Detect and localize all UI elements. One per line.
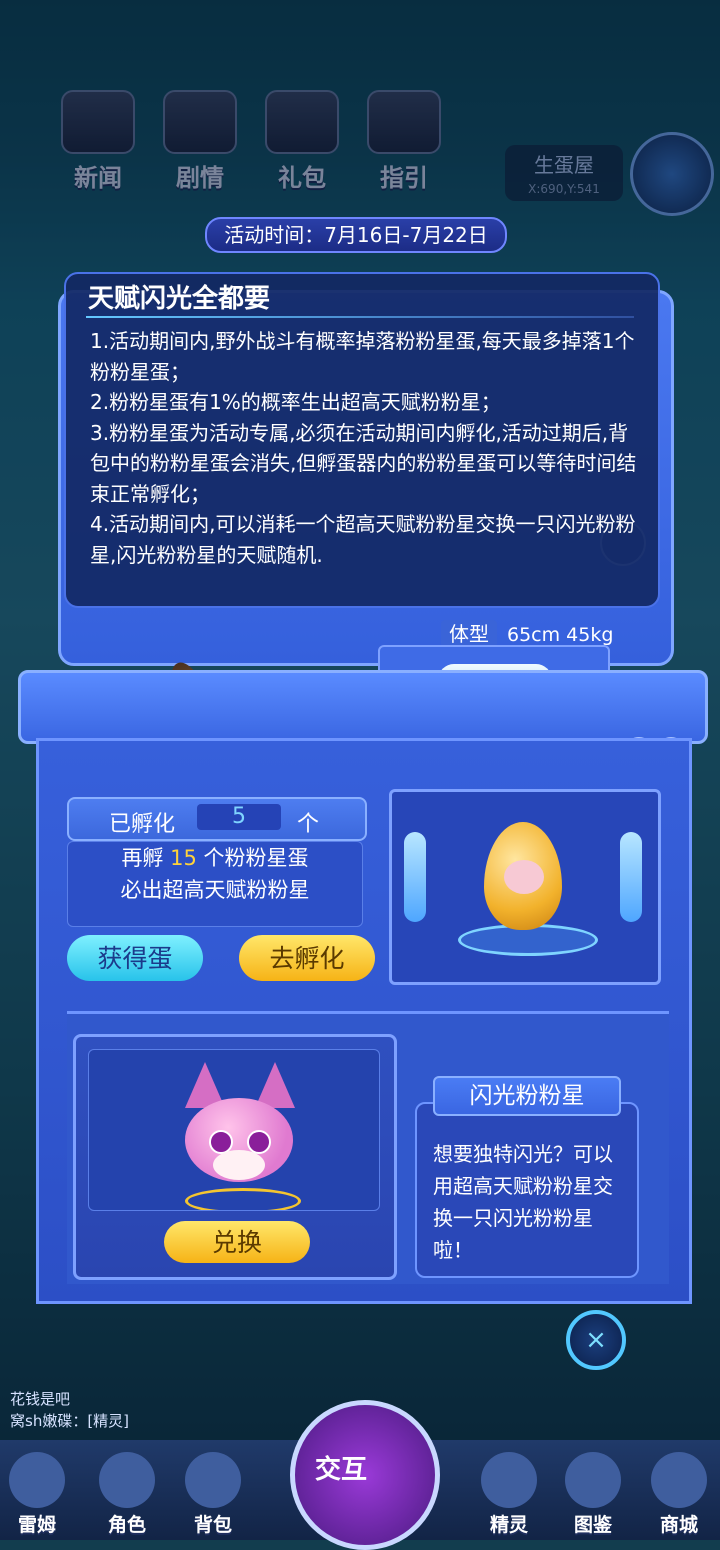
hatched-counter: 已孵化 5 个 xyxy=(67,797,367,841)
exchange-section: 兑换 想要独特闪光？可以用超高天赋粉粉星交换一只闪光粉粉星啦！ 闪光粉粉星 xyxy=(67,1011,669,1284)
bottom-item-bag[interactable]: 背包 xyxy=(180,1452,246,1537)
interact-button[interactable]: 交互 xyxy=(290,1400,440,1550)
hatch-info-line2: 必出超高天赋粉粉星 xyxy=(120,878,310,902)
bottom-item-label: 背包 xyxy=(193,1514,232,1536)
bottom-item-leimu[interactable]: 雷姆 xyxy=(4,1452,70,1537)
event-title: 天赋闪光全都要 xyxy=(88,284,271,314)
role-icon xyxy=(99,1452,155,1508)
shiny-pet-ring xyxy=(185,1188,301,1210)
chat-preview[interactable]: 花钱是吧 窝sh嫩碟：[精灵] xyxy=(10,1388,129,1432)
egg-pet-face xyxy=(504,860,544,894)
pet-size-stat: 体型 65cm 45kg xyxy=(441,618,614,648)
rule-item: 1.活动期间内,野外战斗有概率掉落粉粉星蛋,每天最多掉落1个粉粉星蛋； xyxy=(90,329,635,384)
incubator-tube-right xyxy=(620,832,642,922)
bottom-item-label: 商城 xyxy=(659,1514,698,1536)
hatch-info-suffix: 个粉粉星蛋 xyxy=(203,846,309,870)
shiny-pet-title: 闪光粉粉星 xyxy=(433,1076,621,1116)
spirit-icon xyxy=(481,1452,537,1508)
chat-line: 窝sh嫩碟：[精灵] xyxy=(10,1412,130,1430)
rule-item: 3.粉粉星蛋为活动专属,必须在活动期间内孵化,活动过期后,背包中的粉粉星蛋会消失… xyxy=(90,420,637,506)
size-value: 65cm 45kg xyxy=(507,624,614,646)
event-rules: 1.活动期间内,野外战斗有概率掉落粉粉星蛋,每天最多掉落1个粉粉星蛋； 2.粉粉… xyxy=(90,326,640,570)
hatch-progress-info: 再孵 15 个粉粉星蛋 必出超高天赋粉粉星 xyxy=(67,841,363,927)
bottom-item-role[interactable]: 角色 xyxy=(94,1452,160,1537)
rule-item: 4.活动期间内,可以消耗一个超高天赋粉粉星交换一只闪光粉粉星,闪光粉粉星的天赋随… xyxy=(90,512,636,567)
get-egg-button[interactable]: 获得蛋 xyxy=(67,935,203,981)
leimu-icon xyxy=(9,1452,65,1508)
hatched-count: 5 xyxy=(197,804,281,830)
shiny-pet-image xyxy=(185,1098,293,1182)
exchange-button[interactable]: 兑换 xyxy=(164,1221,310,1263)
rule-item: 2.粉粉星蛋有1%的概率生出超高天赋粉粉星； xyxy=(90,390,501,414)
shiny-description: 想要独特闪光？可以用超高天赋粉粉星交换一只闪光粉粉星啦！ xyxy=(433,1142,613,1262)
hatched-label: 已孵化 xyxy=(109,812,176,837)
close-icon[interactable]: × xyxy=(566,1310,626,1370)
incubator-tube-left xyxy=(404,832,426,922)
shiny-pet-window: 兑换 xyxy=(73,1034,397,1280)
pet-belly xyxy=(213,1150,265,1180)
hatch-info-count: 15 xyxy=(170,846,197,870)
bottom-item-label: 角色 xyxy=(107,1514,146,1536)
go-hatch-button[interactable]: 去孵化 xyxy=(239,935,375,981)
shiny-pet-stage xyxy=(88,1049,380,1211)
pet-eye-right xyxy=(247,1130,271,1154)
size-label: 体型 xyxy=(441,620,497,648)
bottom-item-label: 雷姆 xyxy=(17,1514,56,1536)
bottom-item-shop[interactable]: 商城 xyxy=(646,1452,712,1537)
bottom-item-label: 图鉴 xyxy=(573,1514,612,1536)
hatched-unit: 个 xyxy=(297,812,320,837)
bottom-item-spirit[interactable]: 精灵 xyxy=(476,1452,542,1537)
event-time-banner: 活动时间：7月16日-7月22日 xyxy=(205,217,507,253)
bottom-item-label: 精灵 xyxy=(489,1514,528,1536)
title-divider xyxy=(86,316,634,318)
event-rules-popup: 天赋闪光全都要 1.活动期间内,野外战斗有概率掉落粉粉星蛋,每天最多掉落1个粉粉… xyxy=(64,272,660,608)
hatch-info-prefix: 再孵 xyxy=(121,846,164,870)
atlas-icon xyxy=(565,1452,621,1508)
egg-machine-panel: 体型 65cm 45kg 天赋闪光全都要 1.活动期间内,野外战斗有概率掉落粉粉星… xyxy=(18,270,708,1370)
pink-star-egg-image xyxy=(484,822,562,930)
chat-line: 花钱是吧 xyxy=(10,1390,71,1408)
shop-icon xyxy=(651,1452,707,1508)
interact-label: 交互 xyxy=(315,1455,368,1485)
shiny-info-box: 想要独特闪光？可以用超高天赋粉粉星交换一只闪光粉粉星啦！ xyxy=(415,1102,639,1278)
bag-icon xyxy=(185,1452,241,1508)
machine-deck xyxy=(18,670,708,765)
egg-incubator xyxy=(389,789,661,985)
hatch-section: 已孵化 5 个 再孵 15 个粉粉星蛋 必出超高天赋粉粉星 获得蛋 去孵化 兑换… xyxy=(36,738,692,1304)
bottom-item-atlas[interactable]: 图鉴 xyxy=(560,1452,626,1537)
hatch-info-line1: 再孵 15 个粉粉星蛋 xyxy=(68,842,362,874)
